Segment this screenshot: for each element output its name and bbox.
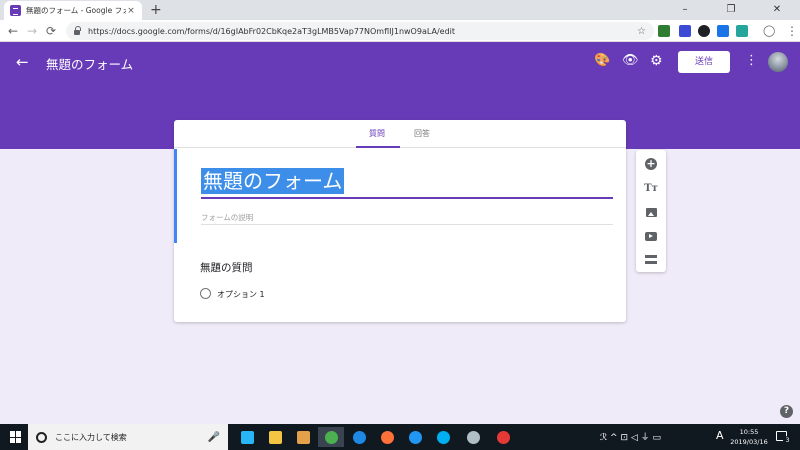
taskbar-app-10[interactable] bbox=[490, 427, 516, 447]
new-tab-button[interactable]: + bbox=[150, 2, 162, 18]
active-tab-indicator bbox=[356, 146, 400, 148]
close-window-button[interactable]: ✕ bbox=[754, 0, 800, 20]
minimize-button[interactable]: – bbox=[662, 0, 708, 20]
forward-button[interactable]: → bbox=[27, 23, 37, 39]
question-toolbar: + Tт bbox=[636, 150, 666, 272]
document-title[interactable]: 無題のフォーム bbox=[46, 54, 133, 73]
app-arrow-icon bbox=[240, 430, 254, 444]
microphone-icon[interactable]: 🎤 bbox=[208, 432, 220, 443]
tab-questions[interactable]: 質問 bbox=[369, 128, 385, 139]
add-section-button[interactable] bbox=[642, 250, 660, 268]
browser-menu-icon[interactable]: ⋮ bbox=[786, 23, 798, 39]
clock-time: 10:55 bbox=[739, 428, 759, 436]
taskbar-search-box[interactable]: ここに入力して検索 🎤 bbox=[28, 424, 228, 450]
taskbar-app-3[interactable] bbox=[290, 427, 316, 447]
form-description-input[interactable]: フォームの説明 bbox=[201, 212, 253, 223]
taskbar-app-6[interactable] bbox=[374, 427, 400, 447]
video-icon bbox=[645, 231, 657, 241]
taskbar-app-1[interactable] bbox=[234, 427, 260, 447]
form-title-input[interactable]: 無題のフォーム bbox=[201, 168, 345, 194]
add-question-button[interactable]: + bbox=[642, 155, 660, 173]
windows-taskbar: ここに入力して検索 🎤 ℛ ^ ⊡ ◁ ⏚ ▭ A 10:55 2019/03/… bbox=[0, 424, 800, 450]
tab-title: 無題のフォーム - Google フォーム bbox=[26, 6, 126, 15]
back-button[interactable]: ← bbox=[8, 23, 18, 39]
clock-date: 2019/03/16 bbox=[730, 438, 768, 446]
lock-icon bbox=[74, 26, 81, 35]
taskbar-app-2[interactable] bbox=[262, 427, 288, 447]
app-misc-icon bbox=[496, 430, 510, 444]
system-tray-icons[interactable]: ℛ ^ ⊡ ◁ ⏚ ▭ bbox=[600, 430, 661, 443]
bookmark-star-icon[interactable]: ☆ bbox=[637, 26, 646, 37]
title-text-icon: Tт bbox=[644, 182, 658, 194]
taskbar-app-7[interactable] bbox=[402, 427, 428, 447]
form-tabs: 質問 回答 bbox=[174, 120, 626, 148]
extension-icon-5[interactable] bbox=[736, 25, 748, 37]
address-bar[interactable]: https://docs.google.com/forms/d/16gIAbFr… bbox=[66, 22, 654, 40]
profile-icon[interactable]: ◯ bbox=[763, 23, 775, 39]
back-arrow-icon[interactable]: ← bbox=[16, 53, 29, 71]
settings-gear-icon[interactable]: ⚙ bbox=[650, 53, 663, 69]
section-icon bbox=[645, 254, 657, 264]
browser-toolbar: ← → ⟳ https://docs.google.com/forms/d/16… bbox=[0, 20, 800, 42]
cortana-icon bbox=[36, 431, 47, 443]
taskbar-app-4[interactable] bbox=[318, 427, 344, 447]
internet-explorer-icon bbox=[408, 430, 422, 444]
image-icon bbox=[645, 207, 657, 217]
add-title-button[interactable]: Tт bbox=[642, 179, 660, 197]
avatar[interactable] bbox=[768, 52, 788, 72]
paint-icon bbox=[466, 430, 480, 444]
extension-icon-4[interactable] bbox=[717, 25, 729, 37]
restore-button[interactable]: ❐ bbox=[708, 0, 754, 20]
question-title[interactable]: 無題の質問 bbox=[200, 260, 253, 275]
firefox-icon bbox=[380, 430, 394, 444]
reload-button[interactable]: ⟳ bbox=[46, 23, 56, 39]
ime-indicator[interactable]: A bbox=[716, 429, 724, 442]
preview-eye-icon[interactable]: 👁 bbox=[622, 53, 639, 68]
add-video-button[interactable] bbox=[642, 227, 660, 245]
help-icon[interactable]: ? bbox=[780, 405, 793, 418]
palette-icon[interactable]: 🎨 bbox=[594, 53, 610, 68]
title-underline bbox=[201, 197, 613, 199]
chrome-icon bbox=[324, 430, 338, 444]
extension-icon-2[interactable] bbox=[679, 25, 691, 37]
form-card: 質問 回答 無題のフォーム フォームの説明 無題の質問 オプション 1 bbox=[174, 120, 626, 322]
url-text: https://docs.google.com/forms/d/16gIAbFr… bbox=[88, 26, 456, 36]
media-player-icon bbox=[296, 430, 310, 444]
browser-tab[interactable]: 無題のフォーム - Google フォーム × bbox=[4, 1, 142, 20]
option-label[interactable]: オプション 1 bbox=[217, 289, 265, 300]
skype-icon bbox=[436, 430, 450, 444]
taskbar-app-5[interactable] bbox=[346, 427, 372, 447]
browser-tab-strip: 無題のフォーム - Google フォーム × + – ❐ ✕ bbox=[0, 0, 800, 20]
file-explorer-icon bbox=[268, 430, 282, 444]
form-title-section: 無題のフォーム フォームの説明 bbox=[174, 149, 626, 243]
taskbar-app-8[interactable] bbox=[430, 427, 456, 447]
extension-icon-1[interactable] bbox=[658, 25, 670, 37]
google-forms-icon bbox=[10, 5, 21, 16]
extension-icon-3[interactable] bbox=[698, 25, 710, 37]
taskbar-clock[interactable]: 10:55 2019/03/16 bbox=[728, 427, 770, 447]
notification-count: 3 bbox=[783, 436, 792, 445]
edge-icon bbox=[352, 430, 366, 444]
more-options-icon[interactable]: ⋮ bbox=[745, 53, 758, 68]
search-placeholder: ここに入力して検索 bbox=[55, 432, 127, 442]
tab-responses[interactable]: 回答 bbox=[414, 128, 430, 139]
taskbar-app-9[interactable] bbox=[460, 427, 486, 447]
add-circle-icon: + bbox=[645, 157, 657, 170]
radio-button[interactable] bbox=[200, 288, 211, 299]
description-underline bbox=[201, 224, 613, 225]
send-button[interactable]: 送信 bbox=[678, 51, 730, 73]
tab-close-icon[interactable]: × bbox=[126, 6, 136, 16]
add-image-button[interactable] bbox=[642, 203, 660, 221]
windows-start-icon[interactable] bbox=[10, 431, 22, 443]
